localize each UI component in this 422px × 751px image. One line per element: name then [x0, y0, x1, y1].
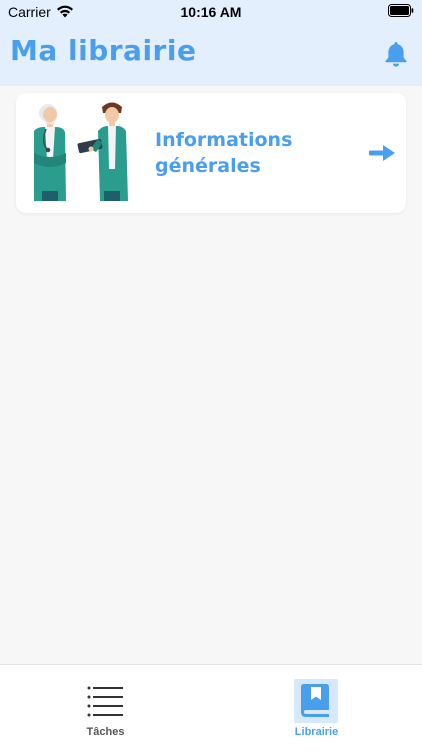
doctor-left	[34, 104, 66, 201]
header: Carrier 10:16 AM Ma librairie	[0, 0, 422, 86]
doctors-illustration	[34, 102, 128, 201]
book-icon	[294, 679, 338, 723]
bell-icon[interactable]	[383, 40, 409, 68]
page-title: Ma librairie	[10, 34, 197, 67]
status-time: 10:16 AM	[180, 4, 242, 20]
tab-librairie[interactable]: Librairie	[211, 665, 422, 751]
doctor-right	[77, 102, 128, 201]
general-info-card[interactable]: Informations générales	[16, 93, 406, 213]
tab-taches-label: Tâches	[86, 726, 125, 738]
tab-bar: Tâches Librairie	[0, 664, 422, 751]
status-bar: Carrier 10:16 AM	[0, 0, 422, 24]
battery-icon	[388, 4, 414, 17]
tab-taches[interactable]: Tâches	[0, 665, 211, 751]
card-title: Informations générales	[155, 129, 293, 177]
tab-librairie-label: Librairie	[294, 726, 339, 738]
arrow-right-icon	[369, 145, 395, 161]
list-icon	[87, 686, 123, 717]
